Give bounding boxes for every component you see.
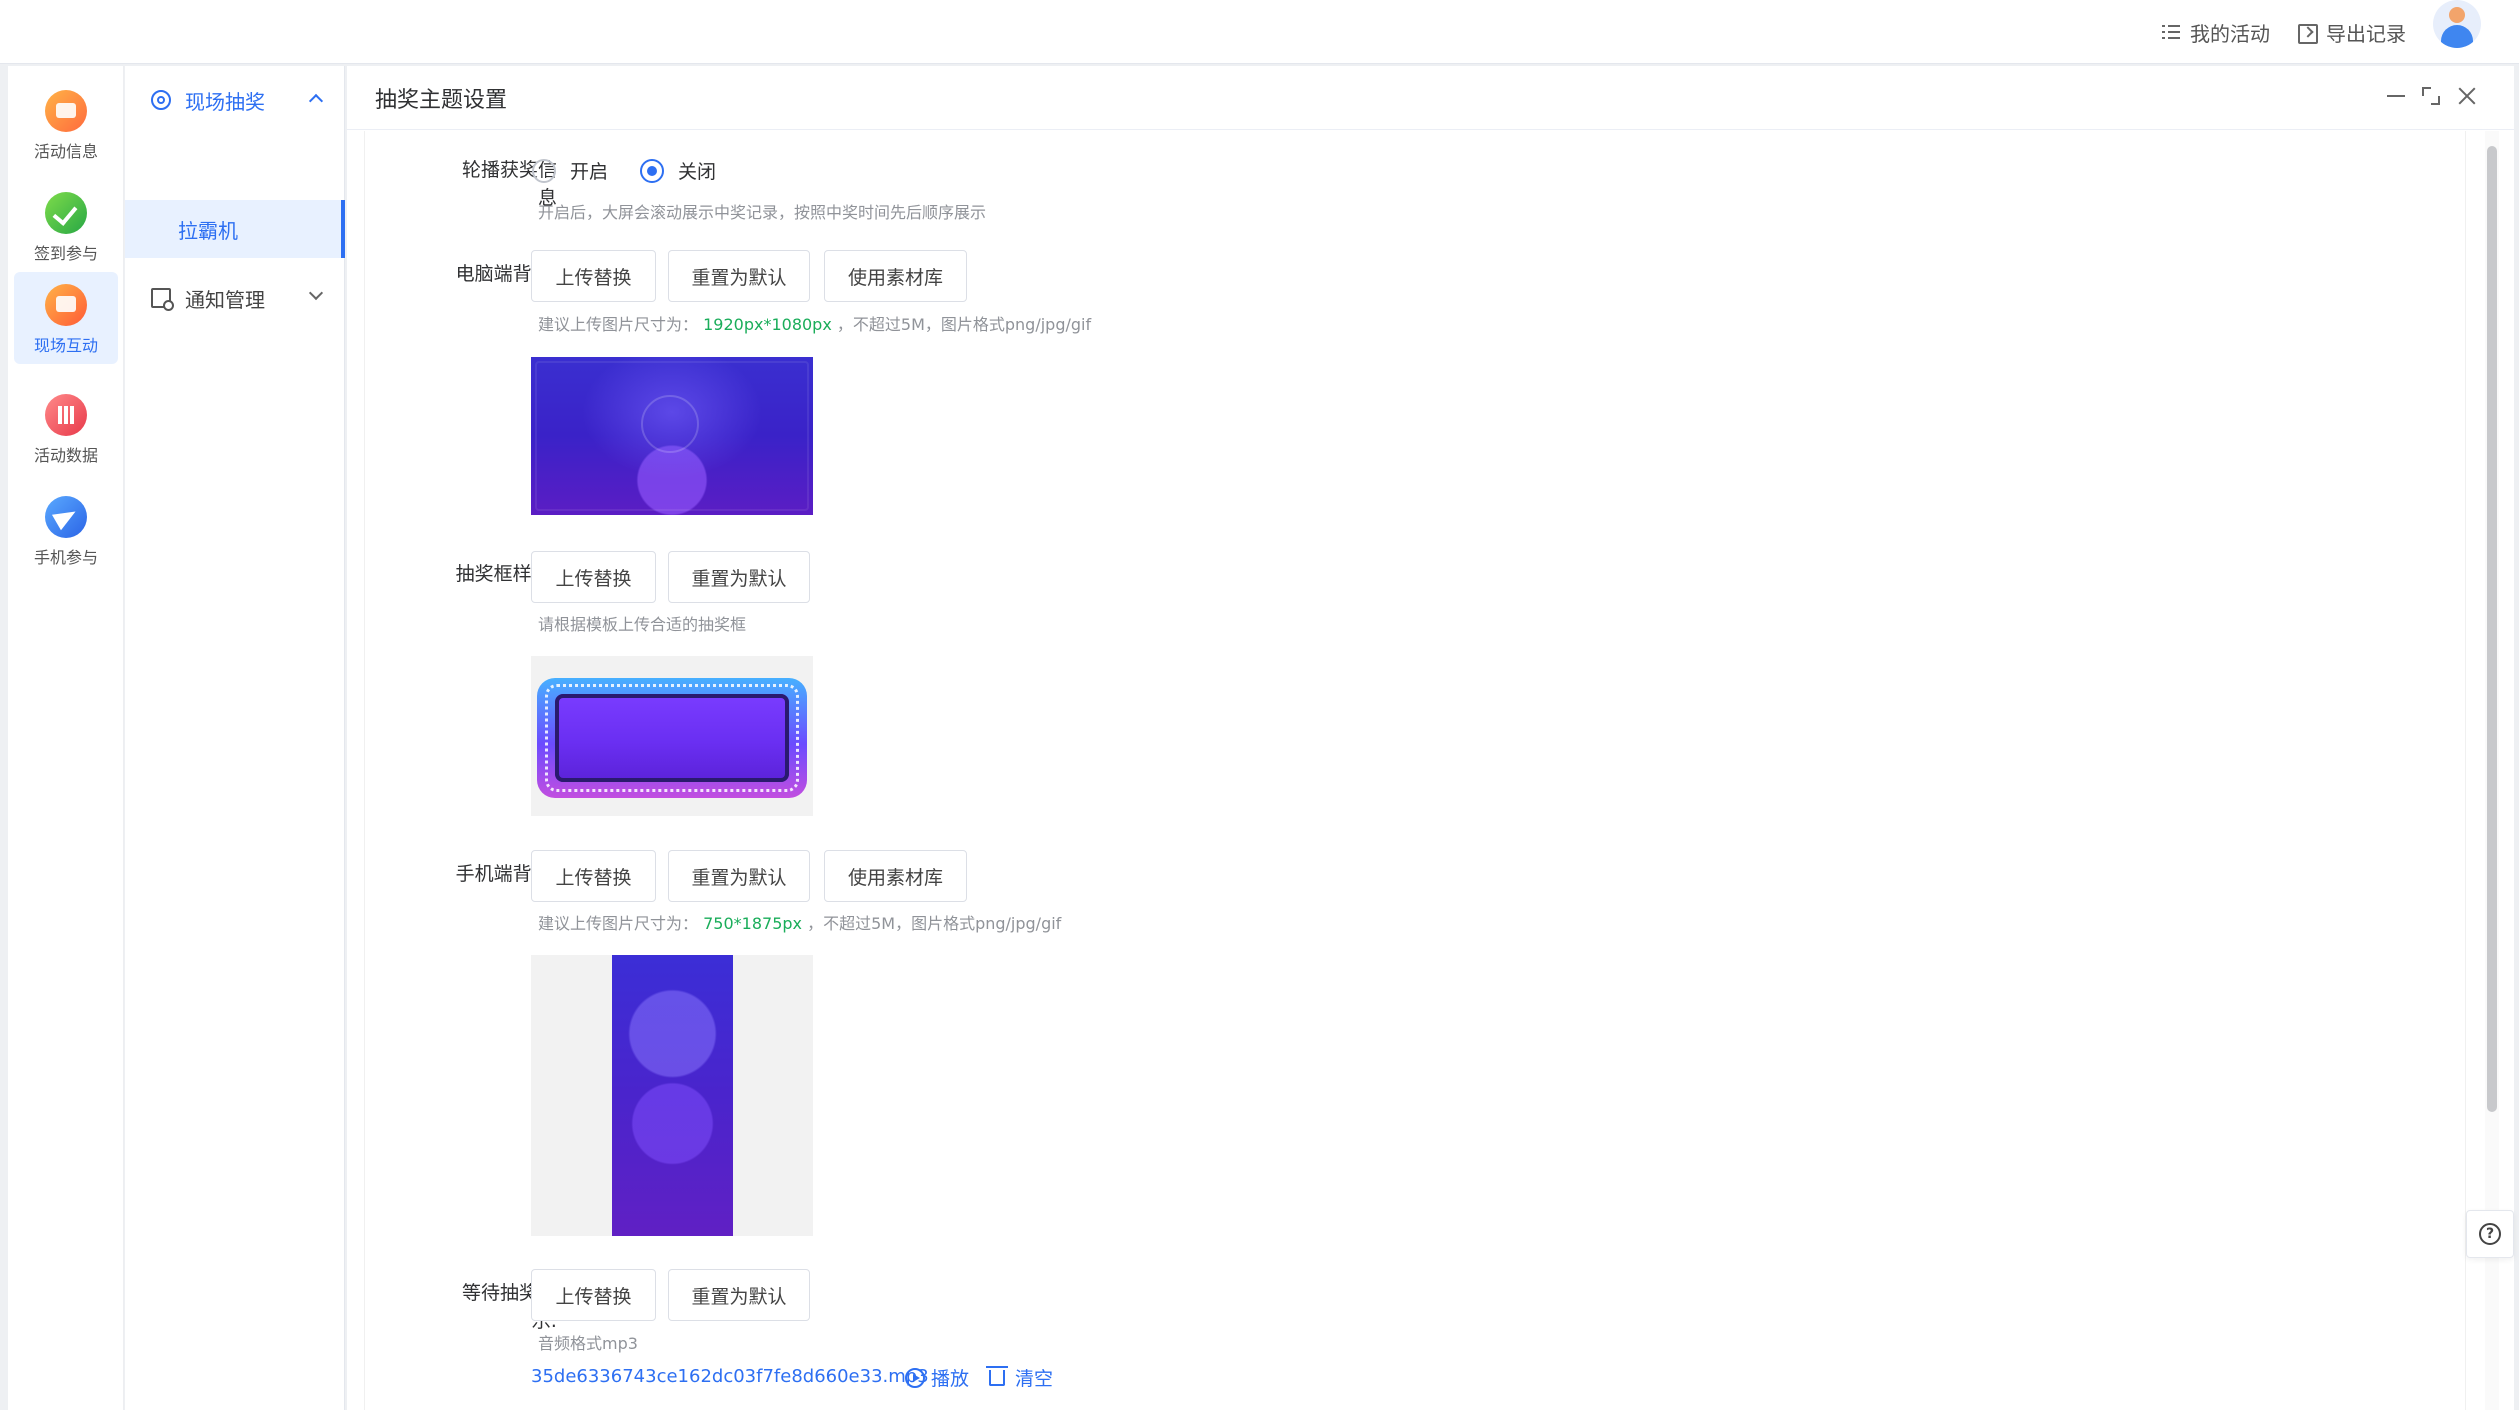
mobile-bg-label: 手机端背景:	[455, 863, 557, 885]
close-icon[interactable]	[2455, 84, 2479, 108]
mobile-bg-reset-button[interactable]: 重置为默认	[668, 850, 810, 902]
chevron-down-icon	[308, 285, 324, 301]
activity-info-icon	[45, 90, 87, 132]
carousel-tip: 开启后，大屏会滚动展示中奖记录，按照中奖时间先后顺序展示	[538, 203, 987, 222]
music-tip: 音频格式mp3	[538, 1334, 638, 1353]
mobile-bg-upload-button[interactable]: 上传替换	[531, 850, 656, 902]
pc-bg-tip: 建议上传图片尺寸为： 1920px*1080px ，不超过5M，图片格式png/…	[538, 311, 1091, 335]
radio-label: 开启	[570, 161, 609, 183]
tip-suffix: ，不超过5M，图片格式png/jpg/gif	[836, 315, 1092, 334]
music-label-line1: 等待抽奖音	[461, 1282, 557, 1304]
pc-bg-reset-button[interactable]: 重置为默认	[668, 250, 810, 302]
export-records-link[interactable]: 导出记录	[2296, 12, 2406, 52]
mobile-bg-library-button[interactable]: 使用素材库	[824, 850, 967, 902]
rail-item-live-interaction[interactable]: 现场互动	[14, 272, 118, 364]
frame-style-label: 抽奖框样式:	[455, 563, 557, 585]
carousel-label: 轮播获奖信 息	[357, 156, 557, 212]
icon-rail: 活动信息 签到参与 现场互动 活动数据 手机参与	[8, 66, 124, 1410]
frame-reset-button[interactable]: 重置为默认	[668, 551, 810, 603]
carousel-off-radio[interactable]: 关闭	[640, 157, 716, 184]
clear-button[interactable]: 清空	[986, 1364, 1054, 1391]
preview-decoration	[535, 361, 809, 511]
music-file-link[interactable]: 35de6336743ce162dc03f7fe8d660e33.mp3	[531, 1366, 929, 1387]
play-button[interactable]: 播放	[905, 1364, 969, 1391]
menu-item-label: 拉霸机	[178, 218, 238, 243]
menu-group-live-lottery[interactable]: 现场抽奖	[125, 68, 345, 132]
frame-style-tip: 请根据模板上传合适的抽奖框	[538, 615, 747, 634]
tip-prefix: 建议上传图片尺寸为：	[538, 315, 699, 334]
mobile-bg-image	[612, 955, 733, 1236]
export-icon	[2296, 21, 2318, 44]
rail-item-activity-info[interactable]: 活动信息	[14, 78, 118, 170]
list-icon	[2160, 21, 2182, 43]
top-bar: 我的活动 导出记录	[0, 0, 2519, 64]
play-icon	[905, 1367, 925, 1388]
avatar[interactable]	[2433, 0, 2481, 48]
checkin-icon	[45, 192, 87, 234]
tip-size: 1920px*1080px	[703, 315, 832, 334]
music-label: 等待抽奖音 乐:	[357, 1279, 557, 1335]
pc-bg-label: 电脑端背景:	[455, 263, 557, 285]
music-upload-button[interactable]: 上传替换	[531, 1269, 656, 1321]
maximize-icon[interactable]	[2419, 84, 2443, 108]
frame-inner	[555, 694, 789, 782]
rail-label: 活动信息	[33, 142, 98, 161]
trash-icon	[986, 1365, 1008, 1386]
rail-item-activity-data[interactable]: 活动数据	[14, 382, 118, 474]
avatar-head	[2449, 7, 2465, 23]
scrollbar-thumb[interactable]	[2487, 146, 2497, 1112]
carousel-label-line2: 息	[537, 187, 557, 209]
radio-circle	[532, 158, 556, 183]
menu-item-slot-machine[interactable]: 拉霸机	[125, 200, 345, 258]
tip-size: 750*1875px	[703, 914, 802, 933]
play-label: 播放	[931, 1368, 970, 1390]
avatar-body	[2441, 25, 2473, 48]
rail-label: 手机参与	[33, 548, 98, 567]
mobile-participation-icon	[45, 496, 87, 538]
chevron-up-icon	[308, 93, 324, 109]
pc-bg-library-button[interactable]: 使用素材库	[824, 250, 967, 302]
menu-group-label: 现场抽奖	[185, 89, 265, 114]
help-icon: ?	[2479, 1223, 2501, 1245]
right-edge	[2514, 66, 2519, 1410]
rail-item-mobile[interactable]: 手机参与	[14, 484, 118, 576]
music-reset-button[interactable]: 重置为默认	[668, 1269, 810, 1321]
minimize-icon[interactable]	[2384, 84, 2408, 108]
music-label-line2: 乐:	[531, 1310, 557, 1332]
panel-title: 抽奖主题设置	[375, 87, 508, 113]
menu-group-notification[interactable]: 通知管理	[125, 266, 345, 330]
tip-suffix: ，不超过5M，图片格式png/jpg/gif	[807, 914, 1062, 933]
carousel-label-line1: 轮播获奖信	[461, 159, 557, 181]
clear-label: 清空	[1015, 1368, 1054, 1390]
pc-bg-upload-button[interactable]: 上传替换	[531, 250, 656, 302]
mobile-bg-tip: 建议上传图片尺寸为： 750*1875px ，不超过5M，图片格式png/jpg…	[538, 910, 1061, 934]
pc-bg-preview-image[interactable]	[531, 357, 813, 515]
activity-data-icon	[45, 394, 87, 436]
mobile-bg-preview-image[interactable]	[531, 955, 813, 1236]
gear-icon	[151, 90, 171, 110]
rail-item-checkin[interactable]: 签到参与	[14, 180, 118, 272]
frame-upload-button[interactable]: 上传替换	[531, 551, 656, 603]
rail-label: 现场互动	[33, 336, 98, 355]
my-activity-link[interactable]: 我的活动	[2160, 12, 2270, 52]
rail-label: 活动数据	[33, 446, 98, 465]
lottery-theme-panel: 抽奖主题设置 轮播获奖信 息 开启 关闭 开启后，大屏会滚动展示中奖记录，按照中…	[347, 66, 2514, 1410]
help-button[interactable]: ?	[2466, 1210, 2514, 1258]
menu-group-label: 通知管理	[185, 287, 265, 312]
rail-label: 签到参与	[33, 244, 98, 263]
carousel-on-radio[interactable]: 开启	[532, 157, 608, 184]
frame-preview-image[interactable]	[531, 656, 813, 816]
panel-header: 抽奖主题设置	[347, 66, 2514, 130]
export-records-label: 导出记录	[2326, 21, 2406, 46]
radio-circle	[640, 158, 664, 183]
live-interaction-icon	[45, 284, 87, 326]
my-activity-label: 我的活动	[2190, 21, 2270, 46]
notification-icon	[151, 288, 174, 311]
tip-prefix: 建议上传图片尺寸为：	[538, 914, 699, 933]
sub-menu: 现场抽奖 拉霸机 通知管理	[125, 66, 345, 1410]
radio-label: 关闭	[678, 161, 717, 183]
